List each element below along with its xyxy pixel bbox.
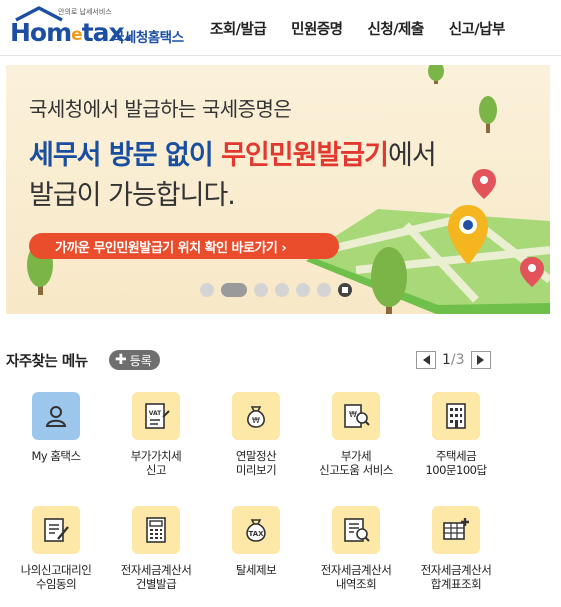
arrow-right-icon xyxy=(477,355,485,365)
nav-item-certificate[interactable]: 민원증명 xyxy=(291,18,343,39)
quick-menu-pager: 1/3 xyxy=(416,351,491,369)
banner-headline-2: 세무서 방문 없이 무인민원발급기에서 xyxy=(29,140,437,171)
slide-indicator xyxy=(200,283,352,297)
add-menu-button[interactable]: ✚ 등록 xyxy=(109,350,160,370)
menu-item-einvoice-history[interactable]: 전자세금계산서 내역조회 xyxy=(306,506,406,591)
slide-dot-4[interactable] xyxy=(275,283,289,297)
menu-item-year-end-preview[interactable]: ₩ 연말정산 미리보기 xyxy=(206,392,306,477)
menu-item-my-hometax[interactable]: My 홈택스 xyxy=(6,392,106,463)
pause-icon[interactable] xyxy=(338,283,352,297)
promo-banner[interactable]: 국세청에서 발급하는 국세증명은 세무서 방문 없이 무인민원발급기에서 발급이… xyxy=(6,65,550,314)
menu-item-einvoice-summary[interactable]: 전자세금계산서 합계표조회 xyxy=(406,506,506,591)
svg-text:VAT: VAT xyxy=(149,410,162,417)
banner-headline-3: 발급이 가능합니다. xyxy=(29,180,236,211)
slide-dot-3[interactable] xyxy=(254,283,268,297)
calculator-icon xyxy=(132,506,180,554)
banner-headline-1: 국세청에서 발급하는 국세증명은 xyxy=(29,97,292,121)
list-search-icon xyxy=(332,506,380,554)
menu-item-agent-consent[interactable]: 나의신고대리인 수임동의 xyxy=(6,506,106,591)
tree-icon xyxy=(428,65,444,84)
svg-text:₩: ₩ xyxy=(349,410,357,419)
table-plus-icon xyxy=(432,506,480,554)
menu-item-vat-help-service[interactable]: ₩ 부가세 신고도움 서비스 xyxy=(306,392,406,477)
slide-dot-5[interactable] xyxy=(296,283,310,297)
menu-item-tax-evasion-report[interactable]: TAX 탈세제보 xyxy=(206,506,306,577)
slide-dot-1[interactable] xyxy=(200,283,214,297)
prev-page-button[interactable] xyxy=(416,351,436,369)
document-pen-icon xyxy=(32,506,80,554)
menu-item-housing-tax-qa[interactable]: 주택세금 100문100답 xyxy=(406,392,506,477)
logo-tagline: 안의로 납세서비스 xyxy=(58,8,112,16)
building-icon xyxy=(432,392,480,440)
tree-icon xyxy=(479,96,497,133)
tax-bag-icon: TAX xyxy=(232,506,280,554)
menu-item-vat-return[interactable]: VAT 부가가치세 신고 xyxy=(106,392,206,477)
slide-dot-6[interactable] xyxy=(317,283,331,297)
quick-menu-title: 자주찾는 메뉴 xyxy=(6,354,88,370)
next-page-button[interactable] xyxy=(470,351,491,369)
vat-document-icon: VAT xyxy=(132,392,180,440)
plus-icon: ✚ xyxy=(115,352,127,368)
kiosk-location-button[interactable]: 가까운 무인민원발급기 위치 확인 바로가기 › xyxy=(29,233,339,259)
svg-text:₩: ₩ xyxy=(252,416,260,425)
money-bag-icon: ₩ xyxy=(232,392,280,440)
nav-item-inquiry[interactable]: 조회/발급 xyxy=(210,18,267,39)
nav-item-application[interactable]: 신청/제출 xyxy=(368,18,425,39)
slide-dot-2[interactable] xyxy=(221,283,247,297)
arrow-left-icon xyxy=(422,355,430,365)
main-nav: 조회/발급 민원증명 신청/제출 신고/납부 xyxy=(210,0,530,56)
document-search-icon: ₩ xyxy=(332,392,380,440)
svg-text:TAX: TAX xyxy=(248,530,264,538)
tree-icon xyxy=(371,247,407,314)
location-pin-icon xyxy=(472,169,496,199)
page-indicator: 1/3 xyxy=(442,352,465,368)
logo-site-name: 국세청홈택스 xyxy=(112,30,184,46)
person-icon xyxy=(32,392,80,440)
nav-item-filing[interactable]: 신고/납부 xyxy=(449,18,506,39)
site-header: 안의로 납세서비스 Hometax. 국세청홈택스 조회/발급 민원증명 신청/… xyxy=(0,0,561,56)
menu-item-einvoice-issue[interactable]: 전자세금계산서 건별발급 xyxy=(106,506,206,591)
hometax-logo[interactable]: 안의로 납세서비스 Hometax. 국세청홈택스 xyxy=(6,6,191,48)
